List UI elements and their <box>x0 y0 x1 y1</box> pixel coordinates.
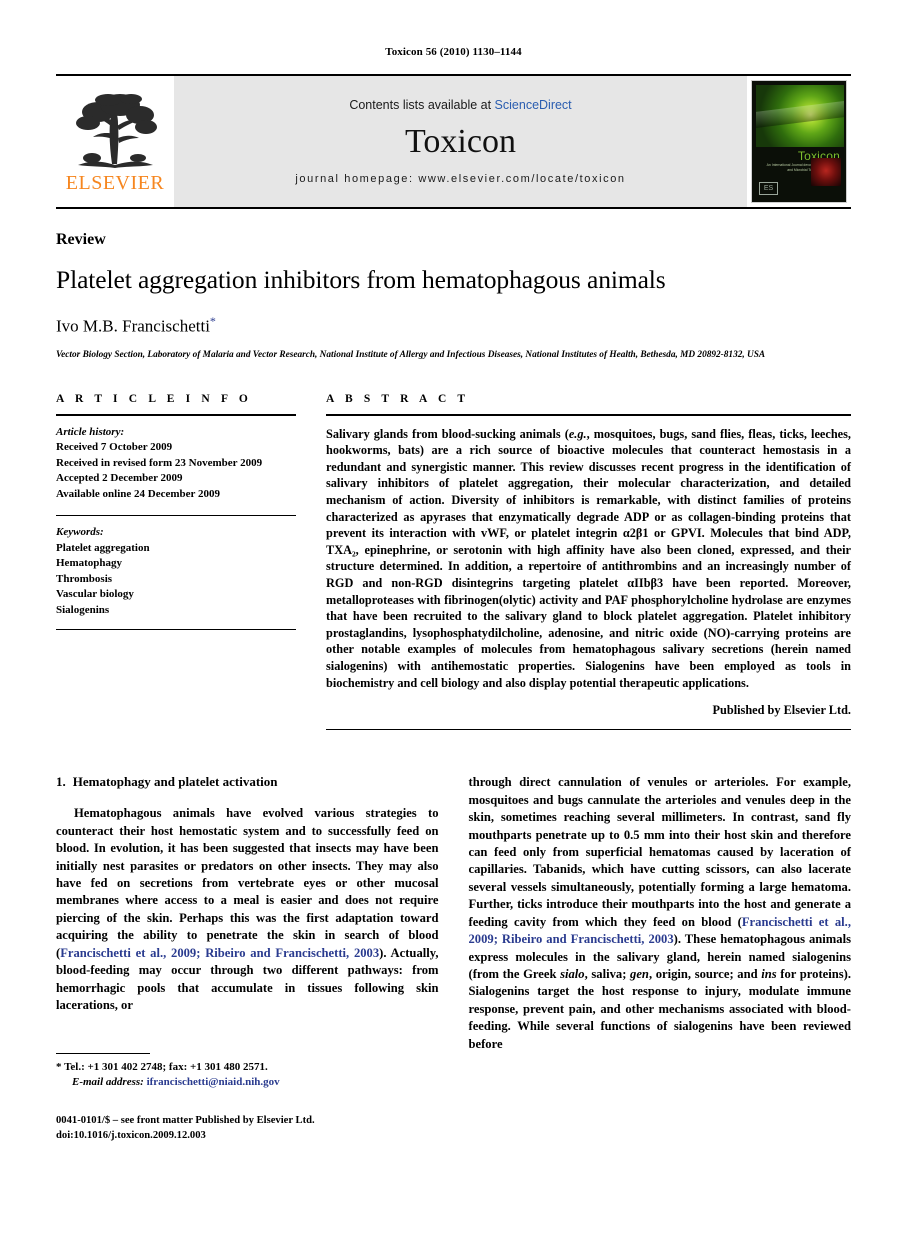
abstract-part-2: , mosquitoes, bugs, sand flies, fleas, t… <box>326 426 852 690</box>
abstract-heading: A B S T R A C T <box>326 392 470 405</box>
section-heading: 1. Hematophagy and platelet activation <box>56 774 439 790</box>
author-name: Ivo M.B. Francischetti <box>56 316 210 336</box>
abstract-bottom-rule <box>326 729 851 731</box>
abstract-column: A B S T R A C T Salivary glands from blo… <box>326 393 851 731</box>
history-item: Received in revised form 23 November 200… <box>56 456 263 469</box>
cover-snake-photo <box>756 85 844 147</box>
doi-line: doi:10.1016/j.toxicon.2009.12.003 <box>56 1129 206 1141</box>
contents-prefix: Contents lists available at <box>349 97 495 112</box>
elsevier-tree-icon <box>76 94 157 168</box>
article-page: Toxicon 56 (2010) 1130–1144 ELSEVIER Con… <box>0 0 907 1238</box>
keyword-item: Platelet aggregation <box>56 541 150 554</box>
article-info-column: A R T I C L E I N F O Article history: R… <box>56 393 296 731</box>
sciencedirect-link[interactable]: ScienceDirect <box>495 98 572 112</box>
corresponding-author-marker: * <box>209 314 216 328</box>
body-paragraph: through direct cannulation of venules or… <box>469 774 852 1053</box>
keyword-item: Sialogenins <box>56 603 110 616</box>
info-abstract-row: A R T I C L E I N F O Article history: R… <box>56 393 851 731</box>
paragraph-part-4: , origin, source; and <box>648 966 762 981</box>
journal-title: Toxicon <box>405 122 516 160</box>
elsevier-wordmark: ELSEVIER <box>65 172 165 194</box>
abstract-top-rule <box>326 413 851 416</box>
greek-term-sialo: sialo <box>560 966 585 981</box>
body-paragraph: Hematophagous animals have evolved vario… <box>56 805 439 1014</box>
body-column-right: through direct cannulation of venules or… <box>469 774 852 1053</box>
contents-available-line: Contents lists available at ScienceDirec… <box>349 98 571 112</box>
citation-link[interactable]: Francischetti et al., 2009; Ribeiro and … <box>60 946 379 960</box>
journal-homepage-link[interactable]: journal homepage: www.elsevier.com/locat… <box>295 173 625 185</box>
cover-publisher-logo: ES <box>759 182 778 195</box>
abstract-eg-italic: e.g. <box>568 426 587 441</box>
abstract-text: Salivary glands from blood-sucking anima… <box>326 426 851 692</box>
cover-image: Toxicon An International Journal devoted… <box>751 80 847 203</box>
article-info-divider <box>56 515 296 517</box>
keyword-item: Thrombosis <box>56 572 113 585</box>
keyword-item: Vascular biology <box>56 588 134 601</box>
footnote-contact: Tel.: +1 301 402 2748; fax: +1 301 480 2… <box>64 1061 268 1073</box>
corresponding-author-footnote: * Tel.: +1 301 402 2748; fax: +1 301 480… <box>56 1053 446 1090</box>
body-column-left: 1. Hematophagy and platelet activation He… <box>56 774 439 1053</box>
keywords-label: Keywords: <box>56 526 104 539</box>
article-history-label: Article history: <box>56 425 125 438</box>
journal-band: Contents lists available at ScienceDirec… <box>174 76 747 207</box>
email-address-label: E-mail address: <box>72 1076 144 1088</box>
author-affiliation: Vector Biology Section, Laboratory of Ma… <box>56 349 766 360</box>
journal-cover-thumbnail: Toxicon An International Journal devoted… <box>747 76 851 207</box>
paragraph-part-1: Hematophagous animals have evolved vario… <box>56 806 439 960</box>
greek-term-ins: ins <box>761 966 777 981</box>
history-item: Available online 24 December 2009 <box>56 487 220 500</box>
email-link[interactable]: ifrancischetti@niaid.nih.gov <box>147 1076 280 1088</box>
author-list: Ivo M.B. Francischetti* <box>56 314 851 337</box>
page-footer: 0041-0101/$ – see front matter Published… <box>56 1114 315 1143</box>
section-title: Hematophagy and platelet activation <box>72 774 278 790</box>
footnote-email-line: E-mail address: ifrancischetti@niaid.nih… <box>56 1075 446 1090</box>
history-item: Accepted 2 December 2009 <box>56 472 183 485</box>
footnote-rule <box>56 1053 150 1054</box>
paragraph-part-3: , saliva; <box>584 966 631 981</box>
keyword-item: Hematophagy <box>56 557 122 570</box>
elsevier-logo: ELSEVIER <box>56 76 174 207</box>
running-head: Toxicon 56 (2010) 1130–1144 <box>385 46 522 58</box>
journal-masthead: ELSEVIER Contents lists available at Sci… <box>56 74 851 209</box>
article-info-heading: A R T I C L E I N F O <box>56 392 252 405</box>
issn-copyright-line: 0041-0101/$ – see front matter Published… <box>56 1115 315 1126</box>
footnote-marker: * <box>56 1061 62 1073</box>
greek-term-gen: gen <box>630 966 649 981</box>
article-info-top-rule <box>56 413 296 416</box>
abstract-publisher-line: Published by Elsevier Ltd. <box>712 703 851 718</box>
history-item: Received 7 October 2009 <box>56 441 173 454</box>
page-title: Platelet aggregation inhibitors from hem… <box>56 265 666 294</box>
footnote-contact-line: * Tel.: +1 301 402 2748; fax: +1 301 480… <box>56 1060 446 1075</box>
section-number: 1. <box>56 774 66 790</box>
paragraph-part-1: through direct cannulation of venules or… <box>468 775 852 929</box>
document-type: Review <box>56 231 106 248</box>
article-info-bottom-rule <box>56 629 296 631</box>
abstract-part-1: Salivary glands from blood-sucking anima… <box>326 426 569 441</box>
cover-inset-image <box>811 158 841 186</box>
body-columns: 1. Hematophagy and platelet activation He… <box>56 774 851 1053</box>
